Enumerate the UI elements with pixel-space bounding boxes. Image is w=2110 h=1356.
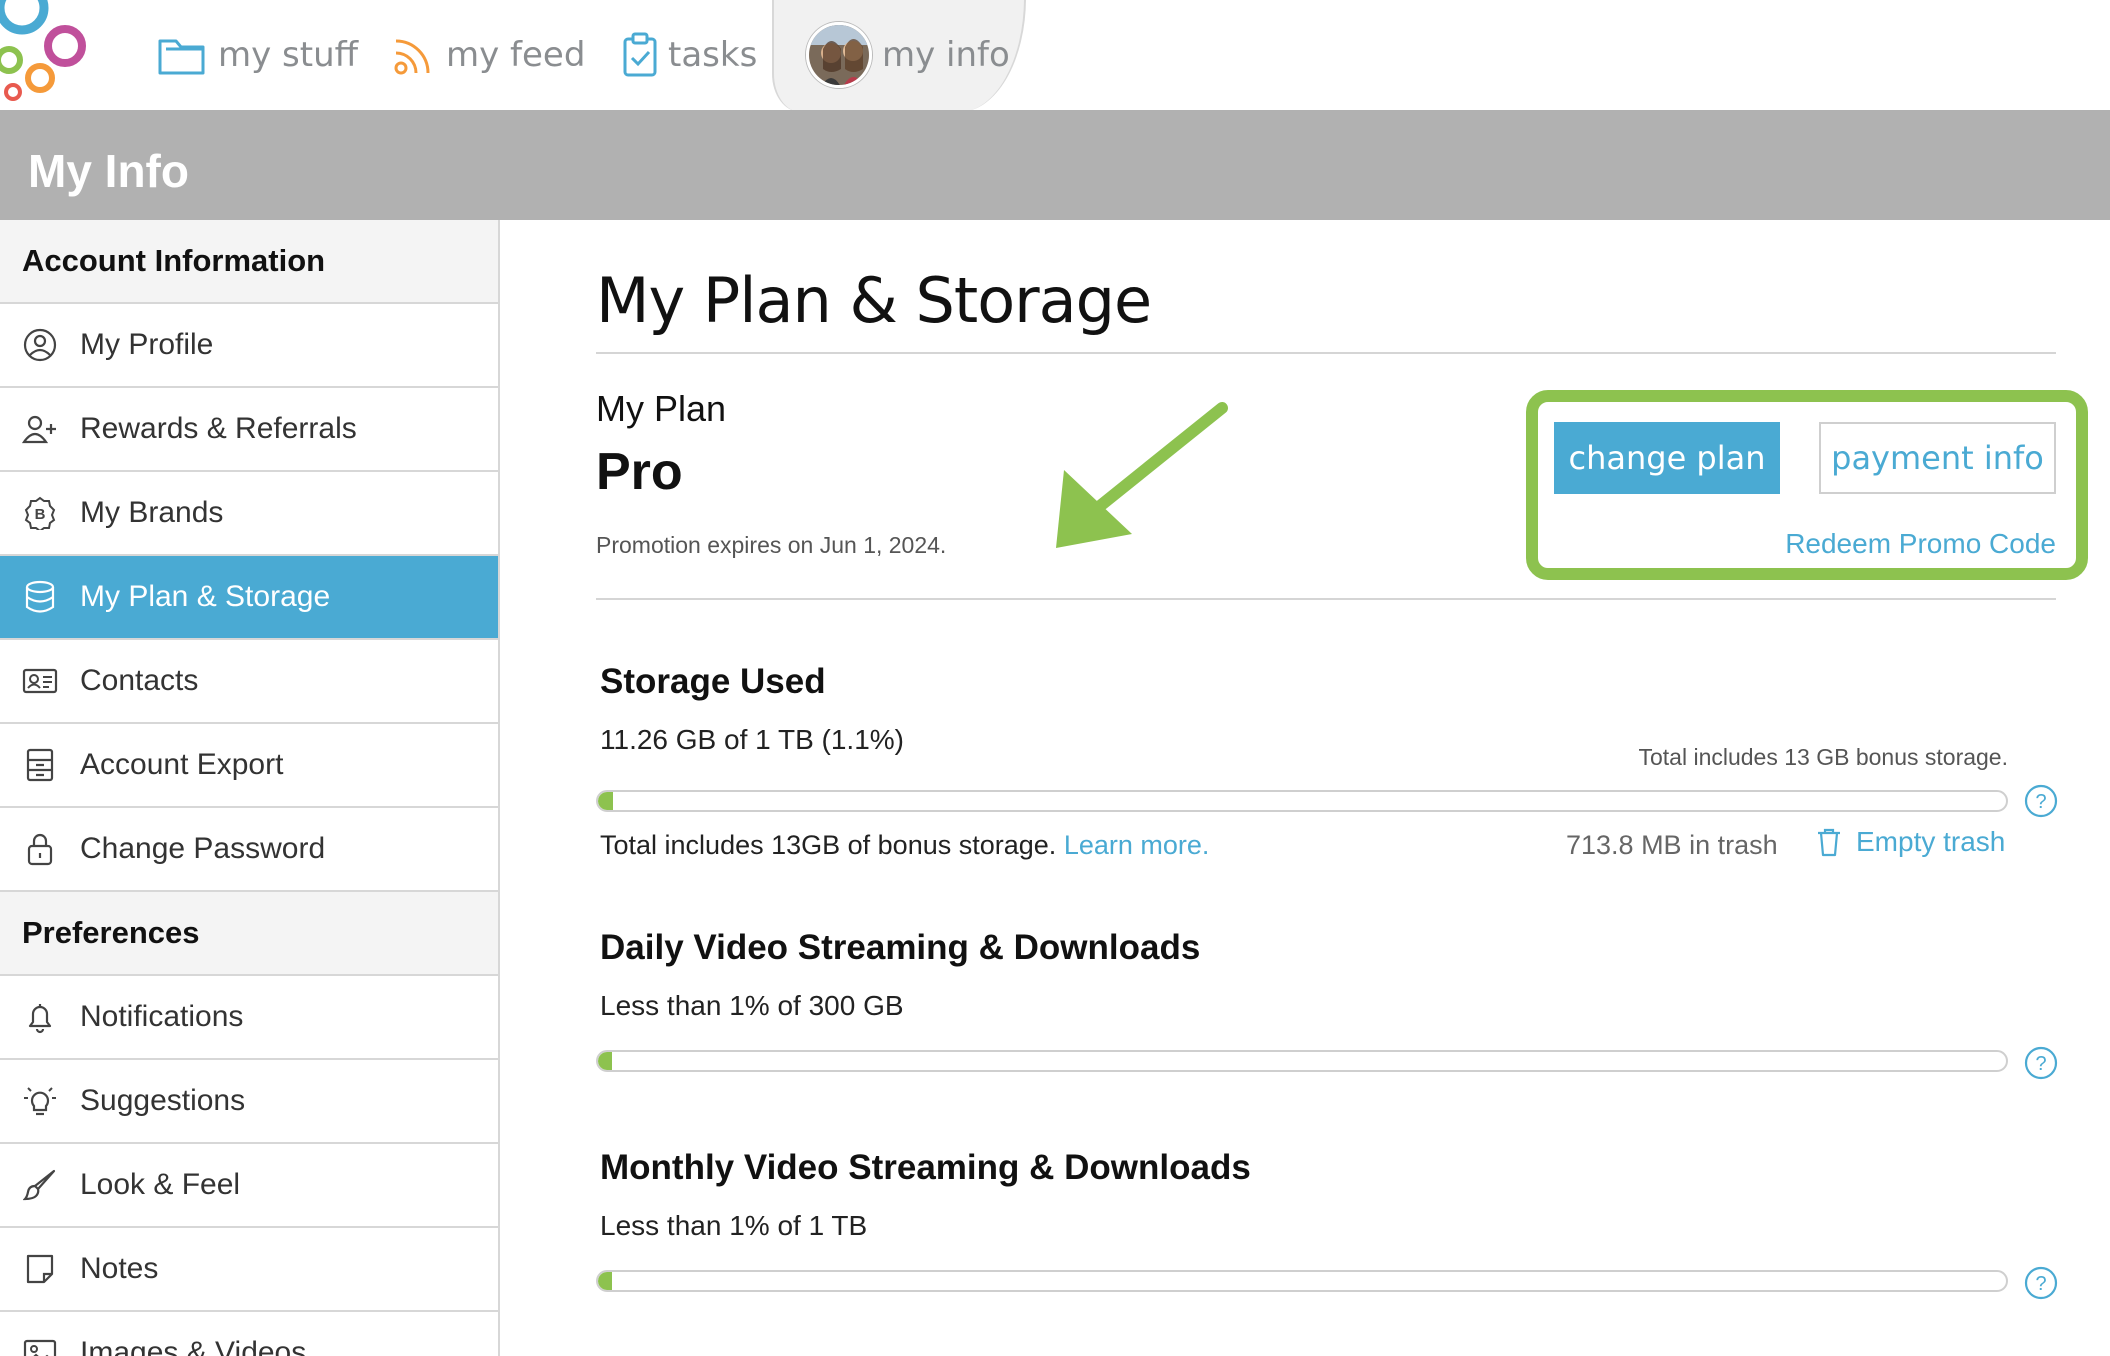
bonus-storage-label: Total includes 13GB of bonus storage. bbox=[600, 830, 1057, 860]
help-icon[interactable]: ? bbox=[2024, 1046, 2058, 1080]
top-nav: my stuff my feed tasks my info bbox=[0, 0, 2110, 112]
storage-usage-text: 11.26 GB of 1 TB (1.1%) bbox=[600, 724, 905, 755]
divider bbox=[596, 598, 2056, 600]
nav-my-info[interactable]: my info bbox=[806, 0, 1010, 110]
daily-video-progress-fill bbox=[598, 1052, 613, 1070]
arrow-icon bbox=[1056, 402, 1228, 548]
sidebar-item-label: Account Export bbox=[80, 748, 284, 781]
plan-label: My Plan bbox=[596, 388, 727, 429]
sidebar-item-label: Look & Feel bbox=[80, 1168, 241, 1201]
sidebar-item-label: My Plan & Storage bbox=[80, 580, 331, 613]
nav-my-stuff[interactable]: my stuff bbox=[156, 0, 358, 110]
sidebar-item-notifications[interactable]: Notifications bbox=[0, 976, 498, 1060]
bell-icon bbox=[22, 999, 58, 1035]
brush-icon bbox=[22, 1167, 58, 1203]
page-header-title: My Info bbox=[28, 145, 189, 197]
daily-video-title: Daily Video Streaming & Downloads bbox=[600, 928, 1201, 967]
empty-trash-label: Empty trash bbox=[1856, 826, 2006, 857]
empty-trash-button[interactable]: Empty trash bbox=[1816, 826, 2005, 858]
storage-progress-fill bbox=[598, 792, 614, 810]
nav-tasks[interactable]: tasks bbox=[622, 0, 757, 110]
storage-progress-bar bbox=[596, 790, 2008, 812]
monthly-video-progress-bar bbox=[596, 1270, 2008, 1292]
sidebar-item-suggestions[interactable]: Suggestions bbox=[0, 1060, 498, 1144]
clipboard-check-icon bbox=[623, 32, 657, 77]
nav-label: tasks bbox=[668, 35, 758, 75]
help-icon[interactable]: ? bbox=[2024, 1266, 2058, 1300]
user-circle-icon bbox=[22, 327, 58, 363]
sidebar-item-my-brands[interactable]: B My Brands bbox=[0, 472, 498, 556]
svg-text:?: ? bbox=[2035, 791, 2046, 813]
sidebar-item-label: My Profile bbox=[80, 328, 214, 361]
main-content: My Plan & Storage My Plan Pro Promotion … bbox=[500, 220, 2110, 1356]
avatar bbox=[806, 22, 872, 88]
change-plan-button[interactable]: change plan bbox=[1554, 422, 1780, 494]
page-header: My Info bbox=[0, 110, 2110, 220]
contact-card-icon bbox=[22, 663, 58, 699]
sidebar-section-account-information: Account Information bbox=[0, 220, 498, 304]
monthly-video-progress-fill bbox=[598, 1272, 613, 1290]
monthly-video-usage-text: Less than 1% of 1 TB bbox=[600, 1210, 868, 1241]
payment-info-button[interactable]: payment info bbox=[1819, 422, 2056, 494]
svg-text:B: B bbox=[35, 506, 46, 523]
sidebar-item-label: Suggestions bbox=[80, 1084, 246, 1117]
image-icon bbox=[22, 1335, 58, 1356]
logo bbox=[0, 0, 86, 101]
sidebar-item-my-profile[interactable]: My Profile bbox=[0, 304, 498, 388]
rss-icon bbox=[394, 39, 430, 75]
bonus-storage-text: Total includes 13GB of bonus storage. Le… bbox=[600, 830, 1209, 861]
divider bbox=[596, 352, 2056, 354]
sidebar-item-images-videos[interactable]: Images & Videos bbox=[0, 1312, 498, 1356]
page-title: My Plan & Storage bbox=[596, 264, 1152, 337]
promotion-expiry-text: Promotion expires on Jun 1, 2024. bbox=[596, 532, 947, 558]
daily-video-progress-bar bbox=[596, 1050, 2008, 1072]
trash-size-text: 713.8 MB in trash bbox=[1566, 830, 1778, 860]
nav-label: my stuff bbox=[218, 35, 359, 75]
redeem-promo-code-link[interactable]: Redeem Promo Code bbox=[1785, 528, 2056, 560]
sidebar-item-label: Change Password bbox=[80, 832, 326, 865]
sidebar: Account Information My Profile Rewards &… bbox=[0, 220, 500, 1356]
trash-icon bbox=[1818, 828, 1840, 857]
svg-text:?: ? bbox=[2035, 1053, 2046, 1075]
sidebar-item-label: Images & Videos bbox=[80, 1336, 307, 1356]
storage-used-title: Storage Used bbox=[600, 662, 826, 701]
lock-icon bbox=[22, 831, 58, 867]
sidebar-item-my-plan-storage[interactable]: My Plan & Storage bbox=[0, 556, 498, 640]
plan-name: Pro bbox=[596, 443, 683, 501]
folder-icon bbox=[158, 39, 205, 75]
daily-video-usage-text: Less than 1% of 300 GB bbox=[600, 990, 904, 1021]
sidebar-item-label: My Brands bbox=[80, 496, 224, 529]
brand-icon: B bbox=[22, 495, 58, 531]
learn-more-link[interactable]: Learn more. bbox=[1064, 830, 1210, 860]
sidebar-item-label: Notes bbox=[80, 1252, 159, 1285]
svg-text:?: ? bbox=[2035, 1273, 2046, 1295]
nav-label: my feed bbox=[446, 35, 586, 75]
nav-label: my info bbox=[882, 35, 1010, 75]
sidebar-section-preferences: Preferences bbox=[0, 892, 498, 976]
sidebar-item-label: Notifications bbox=[80, 1000, 244, 1033]
help-icon[interactable]: ? bbox=[2024, 784, 2058, 818]
sidebar-item-label: Rewards & Referrals bbox=[80, 412, 357, 445]
sidebar-item-notes[interactable]: Notes bbox=[0, 1228, 498, 1312]
sidebar-item-look-feel[interactable]: Look & Feel bbox=[0, 1144, 498, 1228]
sidebar-item-rewards-referrals[interactable]: Rewards & Referrals bbox=[0, 388, 498, 472]
bonus-storage-note: Total includes 13 GB bonus storage. bbox=[1638, 744, 2008, 770]
sidebar-item-account-export[interactable]: Account Export bbox=[0, 724, 498, 808]
user-plus-icon bbox=[22, 411, 58, 447]
export-icon bbox=[22, 747, 58, 783]
database-icon bbox=[22, 579, 58, 615]
sidebar-item-change-password[interactable]: Change Password bbox=[0, 808, 498, 892]
note-icon bbox=[22, 1251, 58, 1287]
monthly-video-title: Monthly Video Streaming & Downloads bbox=[600, 1148, 1251, 1187]
lightbulb-icon bbox=[22, 1083, 58, 1119]
nav-my-feed[interactable]: my feed bbox=[392, 0, 585, 110]
sidebar-item-label: Contacts bbox=[80, 664, 199, 697]
sidebar-item-contacts[interactable]: Contacts bbox=[0, 640, 498, 724]
